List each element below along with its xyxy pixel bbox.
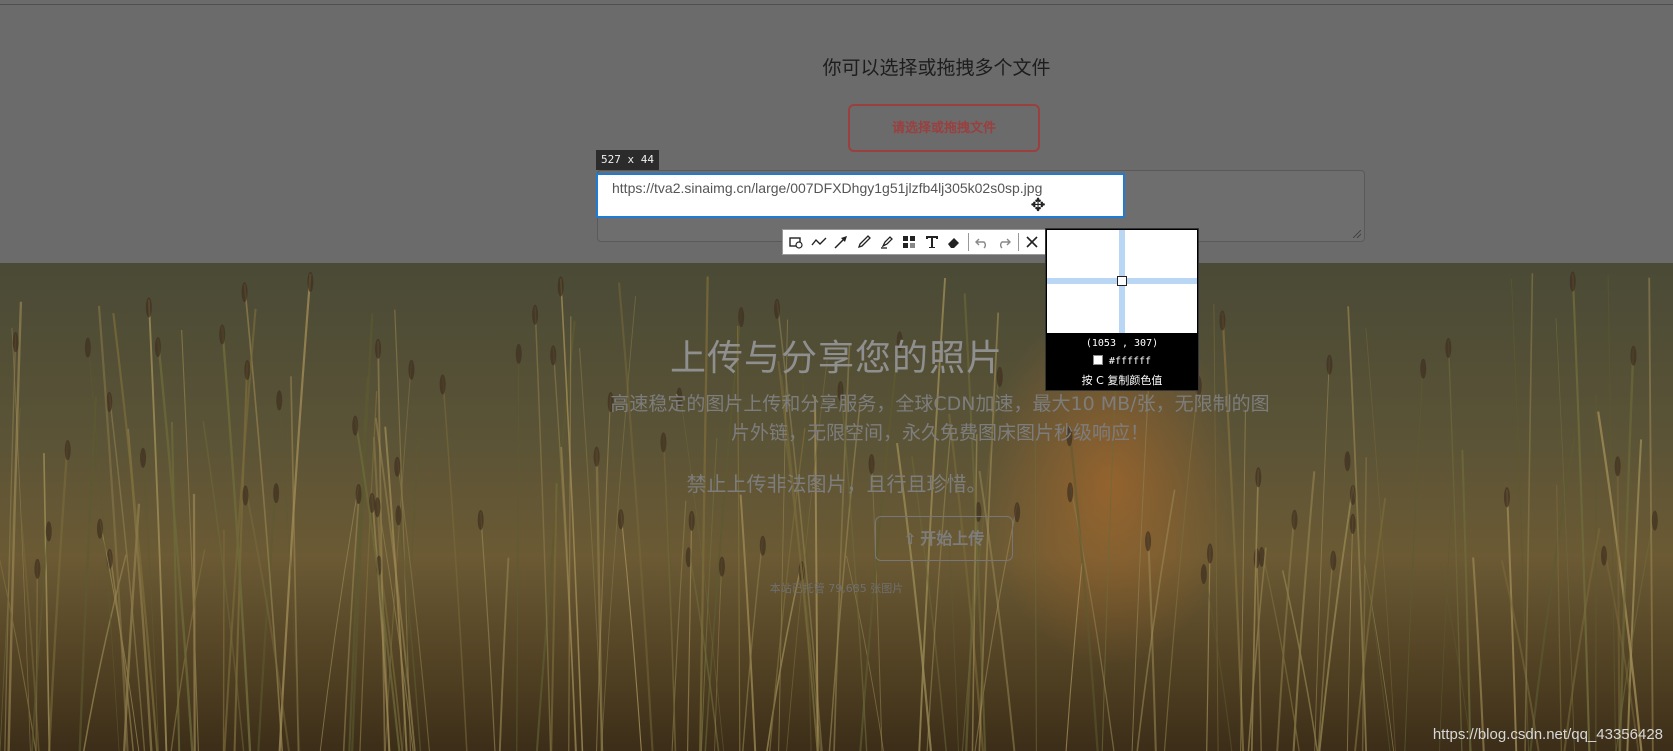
grass-blade xyxy=(31,523,50,751)
grass-blade xyxy=(739,494,757,751)
rectangle-icon[interactable] xyxy=(785,230,808,254)
grass-blade xyxy=(1354,497,1387,751)
upload-icon: ⇧ xyxy=(903,530,917,548)
annotation-toolbar xyxy=(782,229,1046,255)
start-upload-button[interactable]: ⇧ 开始上传 xyxy=(875,516,1013,561)
close-icon[interactable] xyxy=(1021,230,1044,254)
grass-blade xyxy=(1439,497,1453,751)
grass-seedhead xyxy=(45,521,52,542)
grass-blade xyxy=(1276,511,1296,751)
hero-section: 上传与分享您的照片 高速稳定的图片上传和分享服务，全球CDN加速，最大10 MB… xyxy=(0,263,1673,751)
cursor-coordinates: (1053 , 307) xyxy=(1085,338,1159,349)
pick-files-button[interactable]: 请选择或拖拽文件 xyxy=(848,104,1040,152)
grass-blade xyxy=(1618,347,1635,751)
toolbar-separator xyxy=(1017,233,1019,251)
grass-seedhead xyxy=(1651,510,1658,531)
grass-seedhead xyxy=(738,307,745,328)
grass-blade xyxy=(1206,545,1211,751)
color-swatch xyxy=(1092,355,1103,365)
magnifier-view xyxy=(1047,230,1197,333)
grass-blade xyxy=(1447,339,1463,751)
mosaic-icon[interactable] xyxy=(898,230,921,254)
grass-seedhead xyxy=(774,298,781,319)
move-cursor-icon: ✥ xyxy=(1030,195,1046,216)
text-icon[interactable] xyxy=(920,230,943,254)
start-upload-label: 开始上传 xyxy=(920,529,985,548)
grass-seedhead xyxy=(145,297,152,318)
grass-seedhead xyxy=(241,282,248,303)
grass-seedhead xyxy=(352,415,359,436)
eraser-icon[interactable] xyxy=(943,230,966,254)
grass-blade xyxy=(1616,458,1621,751)
color-magnifier: (1053 , 307) #ffffff 按 C 复制颜色值 xyxy=(1045,228,1199,391)
pencil-icon[interactable] xyxy=(853,230,876,254)
grass-seedhead xyxy=(477,510,484,531)
copy-color-hint: 按 C 复制颜色值 xyxy=(1081,374,1163,387)
grass-seedhead xyxy=(1569,271,1576,292)
grass-blade xyxy=(516,345,520,751)
selection-size-label: 527 x 44 xyxy=(596,150,659,170)
crosshair-center xyxy=(1117,276,1127,286)
grass-seedhead xyxy=(374,497,381,518)
grass-blade xyxy=(620,511,642,751)
upload-panel-title: 你可以选择或拖拽多个文件 xyxy=(822,57,1051,79)
grass-blade xyxy=(123,503,141,751)
grass-blade xyxy=(550,483,558,751)
grass-seedhead xyxy=(532,304,539,325)
color-hex: #ffffff xyxy=(1108,356,1152,367)
grass-seedhead xyxy=(1330,550,1337,571)
toolbar-separator xyxy=(967,233,969,251)
panel-divider xyxy=(0,4,1673,5)
selected-url-text: https://tva2.sinaimg.cn/large/007DFXDhgy… xyxy=(612,180,1043,196)
hero-description: 高速稳定的图片上传和分享服务，全球CDN加速，最大10 MB/张，无限制的图片外… xyxy=(610,393,1270,444)
grass-seedhead xyxy=(307,271,314,292)
grass-seedhead xyxy=(1207,543,1214,564)
grass-blade xyxy=(1250,469,1260,751)
arrow-icon[interactable] xyxy=(830,230,853,254)
grass-seedhead xyxy=(96,518,103,539)
grass-blade xyxy=(1404,360,1424,751)
grass-blade xyxy=(1136,489,1176,751)
grass-blade xyxy=(1346,515,1354,751)
grass-seedhead xyxy=(1145,531,1152,552)
grass-seedhead xyxy=(557,276,564,297)
resize-grip-icon[interactable] xyxy=(1353,230,1361,238)
grass-blade xyxy=(1563,527,1601,751)
grass-seedhead xyxy=(276,390,283,411)
grass-blade xyxy=(480,512,496,751)
hosted-count: 本站已托管 79,685 张图片 xyxy=(769,582,904,595)
grass-seedhead xyxy=(759,535,766,556)
grass-seedhead xyxy=(593,446,600,467)
color-readout: #ffffff xyxy=(1046,355,1198,367)
grass-blade xyxy=(359,391,378,751)
grass-blade xyxy=(441,376,468,751)
grass-seedhead xyxy=(1349,513,1356,534)
grass-seedhead xyxy=(1014,502,1021,523)
marker-icon[interactable] xyxy=(875,230,898,254)
grass-seedhead xyxy=(718,556,725,577)
grass-seedhead xyxy=(140,447,147,468)
grass-seedhead xyxy=(1291,509,1298,530)
grass-seedhead xyxy=(64,440,71,461)
grass-seedhead xyxy=(34,558,41,579)
grass-blade xyxy=(1147,533,1157,751)
undo-icon[interactable] xyxy=(970,230,993,254)
hero-warning: 禁止上传非法图片，且行且珍惜。 xyxy=(686,472,987,496)
grass-seedhead xyxy=(395,505,402,526)
grass-seedhead xyxy=(617,509,624,530)
grass-seedhead xyxy=(1219,310,1226,331)
grass-blade xyxy=(87,339,120,751)
upload-panel: 你可以选择或拖拽多个文件 请选择或拖拽文件 xyxy=(0,0,1673,263)
redo-icon[interactable] xyxy=(993,230,1016,254)
grass-seedhead xyxy=(688,510,695,531)
watermark: https://blog.csdn.net/qq_43356428 xyxy=(1432,726,1663,743)
grass-seedhead xyxy=(1600,545,1607,566)
grass-blade xyxy=(181,329,199,751)
polyline-icon[interactable] xyxy=(808,230,831,254)
grass-blade xyxy=(43,453,51,751)
grass-blade xyxy=(384,361,412,751)
grass-blade xyxy=(1365,327,1396,751)
hero-title: 上传与分享您的照片 xyxy=(669,338,1003,379)
